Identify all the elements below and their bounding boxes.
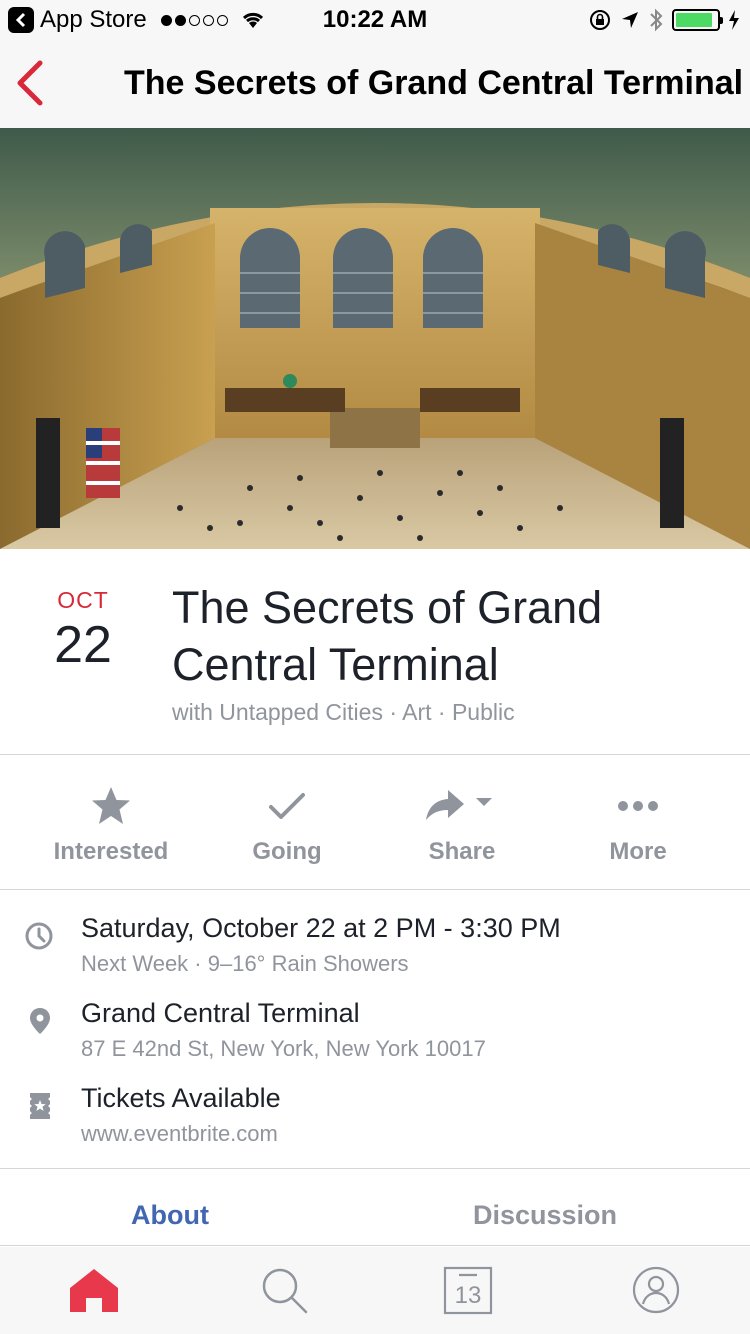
event-tickets-row[interactable]: Tickets Available www.eventbrite.com: [0, 1061, 750, 1147]
more-button[interactable]: More: [550, 784, 726, 866]
tab-search[interactable]: [256, 1265, 312, 1315]
calendar-day-number: 13: [454, 1282, 482, 1309]
more-dots-icon: [550, 784, 726, 828]
status-right: [588, 6, 740, 34]
tickets-link[interactable]: www.eventbrite.com: [81, 1121, 278, 1147]
profile-icon: [632, 1266, 680, 1314]
battery-icon: [672, 9, 723, 31]
back-button[interactable]: [12, 60, 52, 108]
star-icon: [23, 784, 199, 828]
venue-address: 87 E 42nd St, New York, New York 10017: [81, 1036, 486, 1061]
chevron-left-icon[interactable]: [12, 60, 46, 106]
content-tabs: About Discussion: [0, 1170, 750, 1246]
clock-icon: [24, 921, 56, 953]
interested-button[interactable]: Interested: [23, 784, 199, 866]
share-icon: [374, 784, 550, 828]
tickets-status: Tickets Available: [81, 1083, 281, 1113]
tab-calendar[interactable]: 13: [440, 1265, 496, 1315]
more-label: More: [609, 838, 667, 865]
tab-about[interactable]: About: [0, 1200, 340, 1231]
navigation-bar: The Secrets of Grand Central Terminal: [0, 40, 750, 128]
tab-home[interactable]: [66, 1265, 122, 1315]
event-date-day: 22: [54, 616, 112, 674]
event-info-section: Saturday, October 22 at 2 PM - 3:30 PM N…: [0, 891, 750, 1169]
search-icon: [262, 1268, 308, 1314]
event-title: The Secrets of Grand Central Terminal: [172, 582, 603, 690]
event-header: OCT 22 The Secrets of Grand Central Term…: [0, 549, 750, 755]
event-date-month: OCT: [57, 587, 109, 613]
share-button[interactable]: Share: [374, 784, 550, 866]
event-cover-photo[interactable]: [0, 128, 750, 549]
share-label: Share: [428, 838, 496, 865]
action-bar: Interested Going Share More: [0, 756, 750, 890]
check-icon: [199, 784, 375, 828]
tab-discussion[interactable]: Discussion: [375, 1200, 715, 1231]
ticket-icon: [28, 1091, 60, 1123]
interested-label: Interested: [53, 838, 169, 865]
tab-profile[interactable]: [628, 1265, 684, 1315]
location-pin-icon: [28, 1006, 60, 1038]
charging-bolt-icon: [729, 10, 739, 30]
event-weather: Next Week · 9–16° Rain Showers: [81, 951, 409, 976]
event-time: Saturday, October 22 at 2 PM - 3:30 PM: [81, 913, 561, 943]
battery-level: [676, 13, 712, 27]
event-subtitle[interactable]: with Untapped Cities · Art · Public: [172, 699, 515, 726]
home-icon: [70, 1269, 118, 1312]
location-arrow-icon: [622, 12, 638, 28]
status-bar: App Store 10:22 AM: [0, 0, 750, 40]
going-button[interactable]: Going: [199, 784, 375, 866]
bluetooth-icon: [650, 8, 663, 32]
venue-name: Grand Central Terminal: [81, 998, 360, 1028]
event-location-row[interactable]: Grand Central Terminal 87 E 42nd St, New…: [0, 976, 750, 1061]
going-label: Going: [252, 838, 322, 865]
nav-title: The Secrets of Grand Central Terminal: [124, 64, 744, 102]
orientation-lock-icon: [590, 10, 610, 30]
bottom-tab-bar: 13: [0, 1247, 750, 1334]
event-time-row[interactable]: Saturday, October 22 at 2 PM - 3:30 PM N…: [0, 891, 750, 976]
chevron-down-icon: [476, 798, 492, 806]
